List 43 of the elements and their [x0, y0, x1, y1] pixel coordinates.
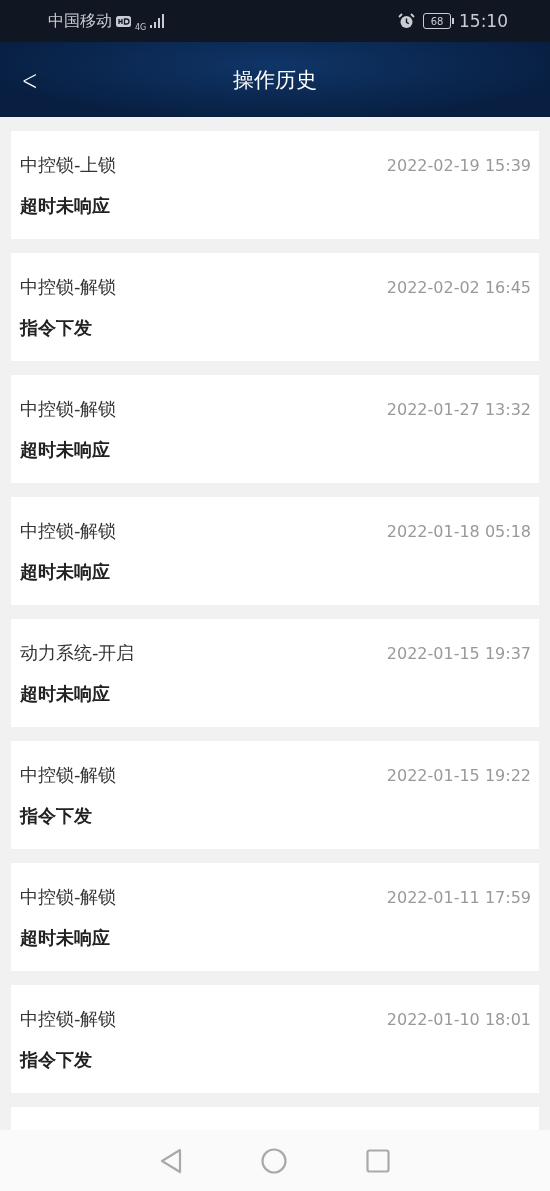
- operation-name: 中控锁-解锁: [20, 1007, 117, 1031]
- signal-icon: [150, 14, 166, 28]
- battery-icon: 68: [423, 13, 451, 29]
- history-card[interactable]: 中控锁-解锁 2022-01-27 13:32 超时未响应: [11, 375, 539, 483]
- carrier-name: 中国移动: [48, 10, 112, 32]
- network-type: 4G: [135, 22, 147, 32]
- operation-name: 中控锁-解锁: [20, 885, 117, 909]
- operation-time: 2022-02-19 15:39: [386, 155, 531, 175]
- operation-name: 中控锁-解锁: [20, 519, 117, 543]
- clock-time: 15:10: [459, 11, 508, 31]
- operation-name: 中控锁-解锁: [20, 763, 117, 787]
- recents-nav-icon[interactable]: [366, 1148, 391, 1173]
- operation-name: 中控锁-解锁: [20, 397, 117, 421]
- operation-result: 超时未响应: [20, 560, 110, 584]
- history-card[interactable]: 中控锁-解锁 2022-01-18 05:18 超时未响应: [11, 497, 539, 605]
- back-nav-icon[interactable]: [159, 1147, 182, 1174]
- history-card[interactable]: 中控锁-解锁 2022-01-15 19:22 指令下发: [11, 741, 539, 849]
- operation-result: 超时未响应: [20, 194, 110, 218]
- operation-result: 指令下发: [20, 804, 92, 828]
- operation-result: 指令下发: [20, 1048, 92, 1072]
- back-button[interactable]: <: [17, 62, 43, 99]
- operation-time: 2022-01-10 18:01: [386, 1009, 531, 1029]
- operation-result: 超时未响应: [20, 682, 110, 706]
- page-title: 操作历史: [233, 66, 317, 94]
- history-card[interactable]: 动力系统-开启 2022-01-15 19:37 超时未响应: [11, 619, 539, 727]
- operation-result: 超时未响应: [20, 438, 110, 462]
- alarm-icon: [398, 13, 415, 29]
- history-card[interactable]: 中控锁-解锁 2022-01-10 18:01 指令下发: [11, 985, 539, 1093]
- operation-time: 2022-01-11 17:59: [386, 887, 531, 907]
- operation-time: 2022-01-27 13:32: [386, 399, 531, 419]
- operation-name: 中控锁-解锁: [20, 275, 117, 299]
- operation-result: 指令下发: [20, 316, 92, 340]
- operation-time: 2022-01-15 19:22: [386, 765, 531, 785]
- history-card[interactable]: 中控锁-解锁 2022-01-11 17:59 超时未响应: [11, 863, 539, 971]
- operation-name: 动力系统-开启: [20, 641, 135, 665]
- operation-time: 2022-01-18 05:18: [386, 521, 531, 541]
- history-card[interactable]: 中控锁-上锁 2022-02-19 15:39 超时未响应: [11, 131, 539, 239]
- operation-name: 中控锁-上锁: [20, 153, 117, 177]
- home-nav-icon[interactable]: [261, 1147, 287, 1174]
- operation-result: 超时未响应: [20, 926, 110, 950]
- operation-time: 2022-01-15 19:37: [386, 643, 531, 663]
- history-card[interactable]: 中控锁-解锁 2022-02-02 16:45 指令下发: [11, 253, 539, 361]
- operation-time: 2022-02-02 16:45: [386, 277, 531, 297]
